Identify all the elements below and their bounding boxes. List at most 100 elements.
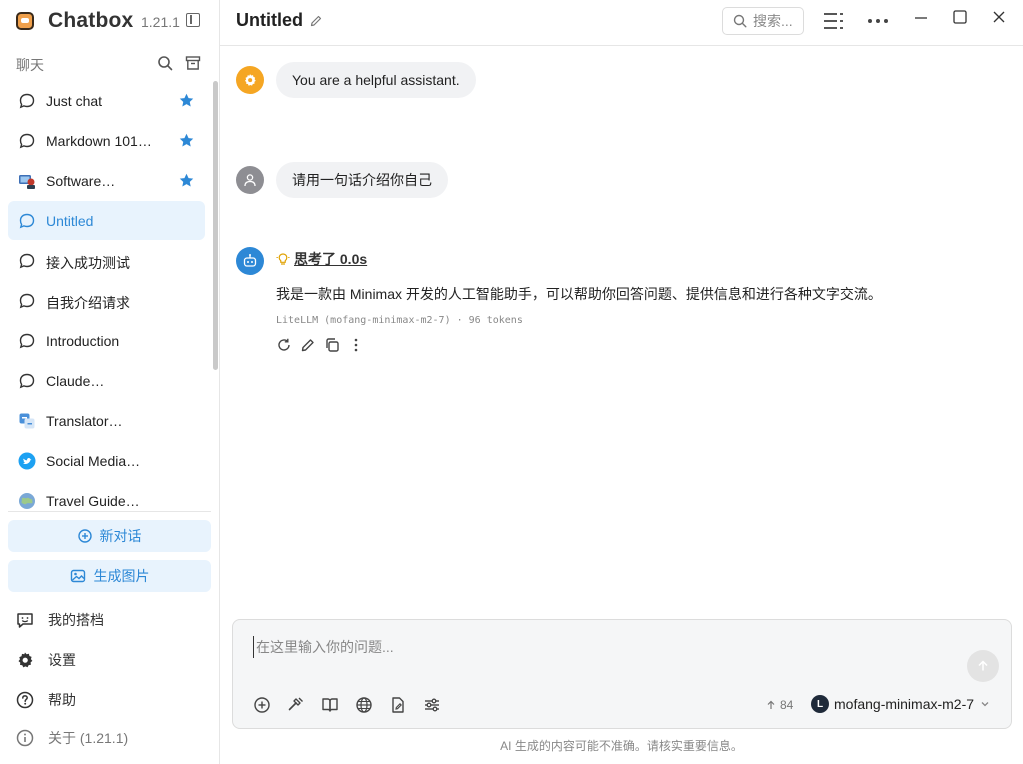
edit-icon[interactable] bbox=[300, 337, 316, 353]
search-placeholder: 搜索... bbox=[753, 13, 793, 29]
model-name: mofang-minimax-m2-7 bbox=[834, 696, 975, 712]
document-edit-icon[interactable] bbox=[389, 696, 407, 714]
message-list: You are a helpful assistant. 请用一句话介绍你自己 … bbox=[220, 47, 1023, 607]
settings-label: 设置 bbox=[48, 652, 76, 668]
arrow-up-icon bbox=[767, 700, 775, 709]
app-version: 1.21.1 bbox=[141, 14, 180, 30]
sidebar-scrollbar[interactable] bbox=[213, 81, 218, 370]
chat-bubble-icon bbox=[19, 253, 35, 269]
help-menu-item[interactable]: 帮助 bbox=[16, 688, 76, 712]
chat-item-translator[interactable]: Translator… bbox=[8, 401, 205, 440]
more-horizontal-icon[interactable] bbox=[867, 10, 889, 32]
globe-web-icon[interactable] bbox=[355, 696, 373, 714]
sidebar-divider bbox=[8, 511, 211, 512]
chat-item-introduction[interactable]: Introduction bbox=[8, 321, 205, 360]
chat-item-just-chat[interactable]: Just chat bbox=[8, 81, 205, 120]
collapse-sidebar-icon[interactable] bbox=[186, 13, 200, 27]
more-vertical-icon[interactable] bbox=[348, 337, 364, 353]
chat-item-label: 自我介绍请求 bbox=[46, 295, 130, 311]
chat-item-label: Untitled bbox=[46, 213, 94, 229]
message-composer: 84 L mofang-minimax-m2-7 bbox=[232, 619, 1012, 729]
twitter-avatar-icon bbox=[18, 452, 36, 470]
chat-item-travel-guide[interactable]: Travel Guide… bbox=[8, 481, 205, 511]
chat-item-label: 接入成功测试 bbox=[46, 255, 130, 271]
chat-item-label: Introduction bbox=[46, 333, 120, 349]
list-toc-icon[interactable] bbox=[822, 10, 844, 32]
user-message-text: 请用一句话介绍你自己 bbox=[292, 172, 432, 188]
header: Untitled 搜索... bbox=[220, 0, 1023, 46]
sliders-icon[interactable] bbox=[423, 696, 441, 714]
copy-icon[interactable] bbox=[324, 337, 340, 353]
search-button[interactable]: 搜索... bbox=[722, 7, 804, 35]
chat-item-label: Markdown 101… bbox=[46, 133, 152, 149]
chevron-down-icon bbox=[981, 702, 989, 707]
arrow-up-icon bbox=[978, 660, 988, 671]
chat-item-connection-test[interactable]: 接入成功测试 bbox=[8, 241, 205, 280]
new-chat-button[interactable]: 新对话 bbox=[8, 520, 211, 552]
partners-label: 我的搭档 bbox=[48, 612, 104, 628]
book-icon[interactable] bbox=[321, 696, 339, 714]
generate-image-label: 生成图片 bbox=[93, 568, 150, 584]
star-icon[interactable] bbox=[178, 132, 195, 149]
model-selector[interactable]: L mofang-minimax-m2-7 bbox=[811, 695, 990, 713]
lightbulb-icon bbox=[276, 253, 290, 265]
thinking-label: 思考了 0.0s bbox=[294, 251, 368, 267]
chat-bubble-icon bbox=[19, 213, 35, 229]
main-panel: Untitled 搜索... You are a helpful assista… bbox=[220, 0, 1023, 764]
hammer-icon[interactable] bbox=[287, 696, 305, 714]
chat-bubble-icon bbox=[19, 133, 35, 149]
chat-item-claude[interactable]: Claude… bbox=[8, 361, 205, 400]
gear-icon bbox=[244, 74, 256, 86]
minimize-window-icon[interactable] bbox=[913, 9, 929, 25]
ai-disclaimer: AI 生成的内容可能不准确。请核实重要信息。 bbox=[500, 739, 743, 753]
close-window-icon[interactable] bbox=[991, 9, 1007, 25]
chat-item-untitled[interactable]: Untitled bbox=[8, 201, 205, 240]
chat-list: Just chat Markdown 101… Software… Untitl… bbox=[0, 81, 212, 511]
pencil-icon[interactable] bbox=[310, 15, 322, 27]
chat-item-label: Just chat bbox=[46, 93, 103, 109]
chat-bubble-icon bbox=[19, 333, 35, 349]
chat-item-software[interactable]: Software… bbox=[8, 161, 205, 200]
chat-item-label: Translator… bbox=[46, 413, 123, 429]
page-title[interactable]: Untitled bbox=[236, 10, 303, 31]
maximize-window-icon[interactable] bbox=[952, 9, 968, 25]
chat-item-label: Software… bbox=[46, 173, 116, 189]
help-label: 帮助 bbox=[48, 692, 76, 708]
assistant-message-text: 我是一款由 Minimax 开发的人工智能助手，可以帮助你回答问题、提供信息和进… bbox=[276, 286, 882, 302]
attach-plus-icon[interactable] bbox=[253, 696, 271, 714]
star-icon[interactable] bbox=[178, 92, 195, 109]
settings-menu-item[interactable]: 设置 bbox=[16, 648, 76, 672]
user-message[interactable]: 请用一句话介绍你自己 bbox=[276, 162, 448, 198]
message-input[interactable] bbox=[253, 636, 953, 658]
chat-section-label: 聊天 bbox=[16, 57, 44, 73]
chatbox-logo-icon bbox=[16, 12, 34, 30]
search-icon bbox=[733, 14, 747, 28]
about-menu-item[interactable]: 关于 (1.21.1) bbox=[16, 726, 128, 750]
info-circle-icon bbox=[16, 729, 34, 747]
chat-item-social-media[interactable]: Social Media… bbox=[8, 441, 205, 480]
regenerate-icon[interactable] bbox=[276, 337, 292, 353]
partners-menu-item[interactable]: 我的搭档 bbox=[16, 608, 104, 632]
token-count[interactable]: 84 bbox=[766, 698, 793, 712]
chat-item-label: Claude… bbox=[46, 373, 105, 389]
globe-avatar-icon bbox=[19, 493, 35, 509]
translator-avatar-icon bbox=[19, 413, 35, 429]
image-icon bbox=[70, 569, 85, 583]
chat-item-self-intro[interactable]: 自我介绍请求 bbox=[8, 281, 205, 320]
thinking-toggle[interactable]: 思考了 0.0s bbox=[276, 249, 367, 269]
generate-image-button[interactable]: 生成图片 bbox=[8, 560, 211, 592]
message-meta: LiteLLM (mofang-minimax-m2-7) · 96 token… bbox=[276, 315, 523, 326]
software-developer-avatar-icon bbox=[19, 175, 35, 189]
user-icon bbox=[244, 174, 256, 187]
search-icon[interactable] bbox=[157, 55, 173, 71]
model-provider-badge: L bbox=[811, 695, 829, 713]
star-icon[interactable] bbox=[178, 172, 195, 189]
chatbox-window: Chatbox 1.21.1 聊天 Just chat Markdown 101… bbox=[0, 0, 1023, 764]
chat-item-markdown[interactable]: Markdown 101… bbox=[8, 121, 205, 160]
send-button[interactable] bbox=[967, 650, 999, 682]
system-message[interactable]: You are a helpful assistant. bbox=[276, 62, 476, 98]
chat-bubble-icon bbox=[19, 93, 35, 109]
brand: Chatbox bbox=[16, 8, 133, 34]
user-avatar bbox=[236, 166, 264, 194]
archive-icon[interactable] bbox=[185, 55, 201, 71]
